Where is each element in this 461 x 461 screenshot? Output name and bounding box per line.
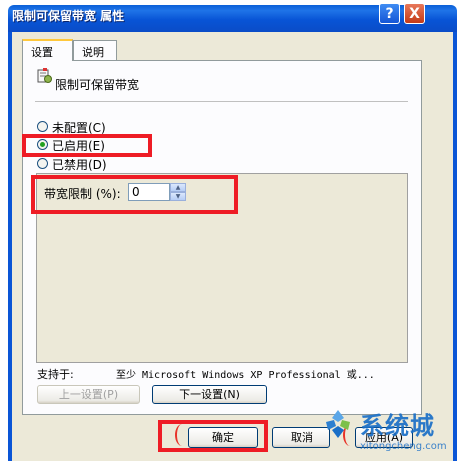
next-setting-button[interactable]: 下一设置(N)	[152, 385, 267, 404]
watermark-brand: 系统城	[360, 412, 435, 440]
help-button[interactable]: ?	[379, 3, 400, 24]
tab-explain[interactable]: 说明	[73, 40, 117, 60]
highlight-enabled-option	[22, 134, 152, 157]
radio-button[interactable]	[37, 158, 48, 169]
policy-settings-icon	[37, 68, 52, 83]
policy-name: 限制可保留带宽	[55, 78, 140, 92]
radio-button[interactable]	[37, 121, 48, 132]
window-title: 限制可保留带宽 属性	[12, 9, 125, 23]
separator-line	[35, 101, 408, 102]
previous-setting-button[interactable]: 上一设置(P)	[37, 385, 140, 404]
supported-on-value: 至少 Microsoft Windows XP Professional 或..…	[116, 370, 375, 381]
radio-label: 已禁用(D)	[52, 158, 107, 172]
watermark-url: xitongcheng.com	[360, 441, 447, 452]
supported-on-label: 支持于:	[37, 368, 74, 381]
watermark-logo-icon	[326, 410, 350, 438]
close-button[interactable]: X	[404, 3, 425, 24]
highlight-bandwidth-limit	[31, 175, 238, 214]
annotation-arc	[175, 424, 189, 446]
window-border-right	[453, 32, 457, 461]
tab-settings[interactable]: 设置	[22, 39, 73, 61]
